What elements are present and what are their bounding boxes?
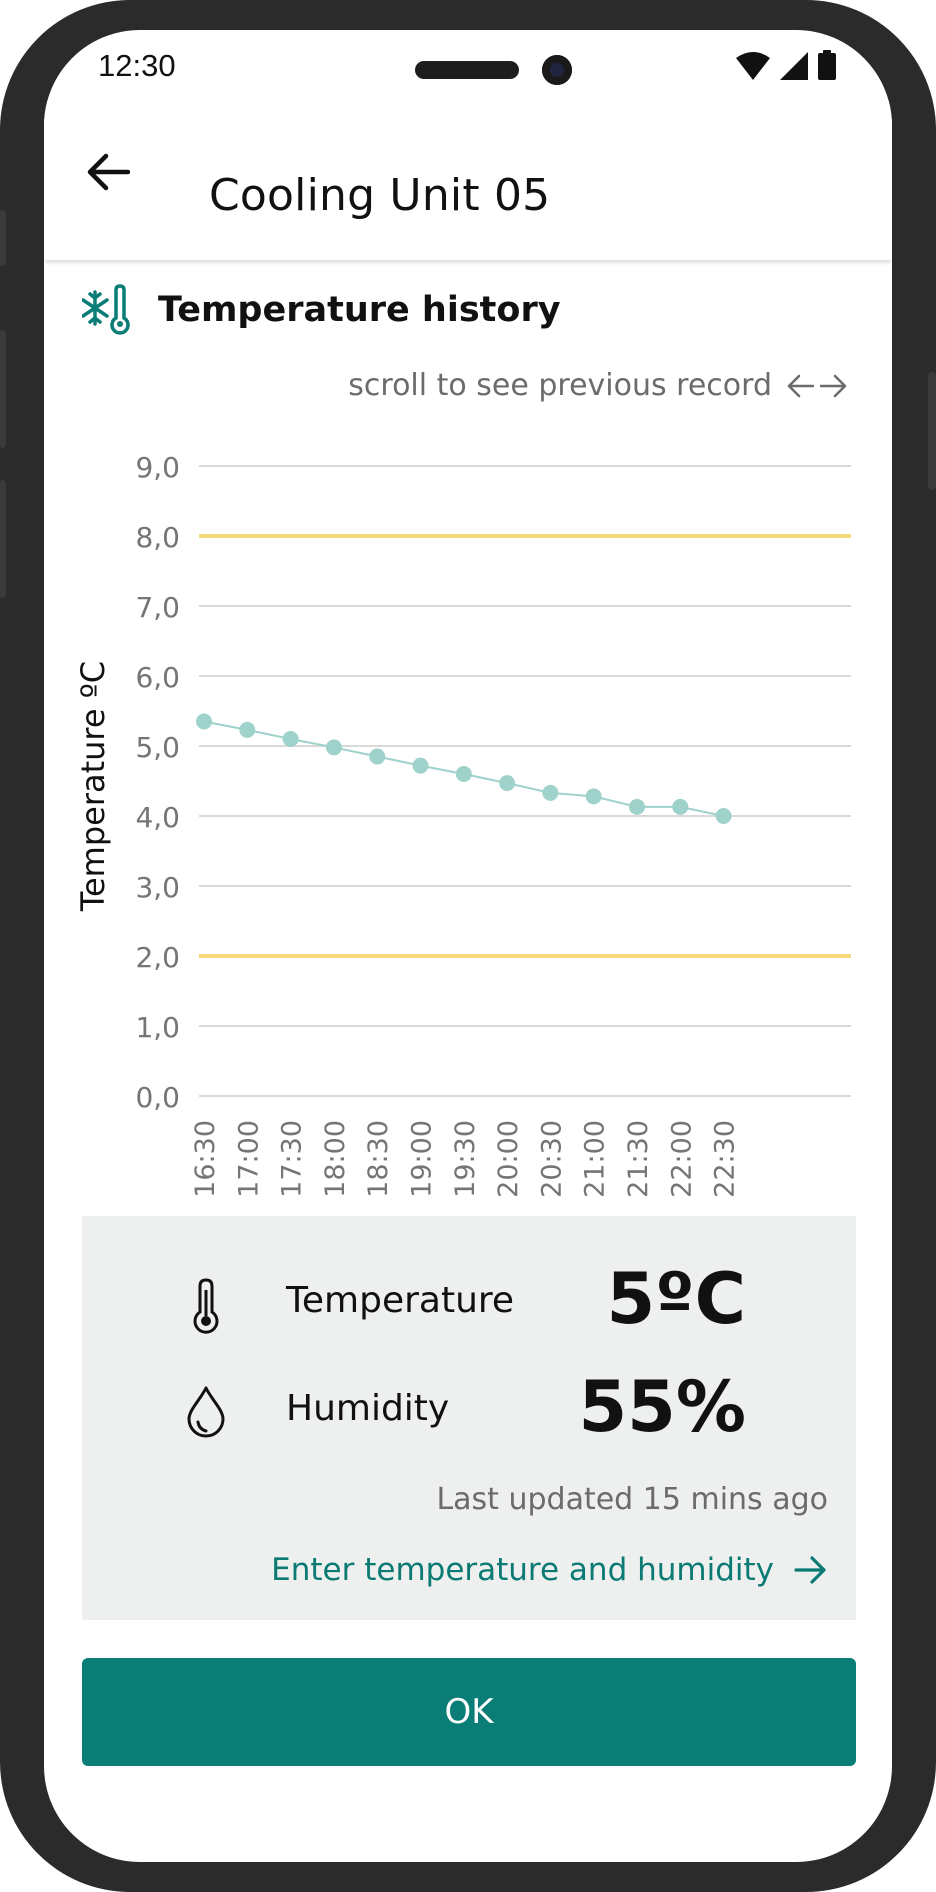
y-tick-label: 7,0 [135, 591, 180, 624]
snowflake-thermometer-icon [82, 284, 130, 335]
last-updated: Last updated 15 mins ago [436, 1482, 828, 1517]
battery-icon [818, 50, 836, 80]
y-axis-label: Temperature ºC [74, 661, 112, 912]
power-button [928, 372, 936, 490]
temperature-value: 5ºC [606, 1258, 746, 1340]
ok-button[interactable]: OK [82, 1658, 856, 1766]
x-tick-label: 22:00 [666, 1120, 697, 1198]
speaker-notch [415, 61, 519, 79]
scroll-arrows [786, 373, 848, 399]
page-title: Cooling Unit 05 [209, 170, 551, 221]
data-point [196, 713, 212, 730]
status-icons [736, 50, 836, 80]
y-tick-label: 6,0 [135, 661, 180, 694]
y-tick-label: 1,0 [135, 1011, 180, 1044]
data-point [629, 798, 645, 815]
temperature-label: Temperature [286, 1280, 515, 1321]
x-tick-label: 20:00 [493, 1120, 524, 1198]
data-point [239, 721, 256, 738]
temperature-row: Temperature 5ºC [82, 1256, 856, 1346]
temperature-chart[interactable]: 0,0 1,0 2,0 3,0 4,0 5,0 6,0 7,0 8,0 9,0 Temperatur… [44, 420, 892, 1220]
status-time: 12:30 [98, 48, 176, 83]
scroll-hint-text: scroll to see previous record [348, 368, 772, 403]
volume-button [0, 330, 6, 448]
screen: 12:30 Cooling Unit 05 Temperature histor… [44, 30, 892, 1862]
y-tick-label: 0,0 [135, 1081, 180, 1114]
y-tick-label: 3,0 [135, 871, 180, 904]
humidity-row: Humidity 55% [82, 1364, 856, 1454]
x-tick-label: 17:00 [233, 1120, 264, 1198]
section-header: Temperature history [82, 284, 561, 336]
signal-icon [780, 52, 808, 80]
temperature-chart-svg: 0,0 1,0 2,0 3,0 4,0 5,0 6,0 7,0 8,0 9,0 Temperatur… [74, 451, 851, 1198]
phone-frame: 12:30 Cooling Unit 05 Temperature histor… [0, 0, 936, 1892]
wifi-icon [736, 52, 770, 80]
data-point [499, 775, 516, 792]
x-tick-label: 18:30 [363, 1120, 394, 1198]
back-button[interactable] [80, 144, 136, 200]
humidity-value: 55% [578, 1366, 746, 1448]
x-tick-label: 20:30 [536, 1120, 567, 1198]
y-tick-label: 5,0 [135, 731, 180, 764]
section-title: Temperature history [158, 290, 561, 330]
x-tick-label: 18:00 [320, 1120, 351, 1198]
thermometer-icon [193, 1278, 219, 1334]
y-tick-label: 4,0 [135, 801, 180, 834]
x-tick-label: 16:30 [190, 1120, 221, 1198]
data-point [412, 757, 429, 774]
x-tick-label: 21:00 [580, 1120, 611, 1198]
arrow-left-icon[interactable] [786, 373, 814, 399]
scroll-hint: scroll to see previous record [348, 368, 848, 403]
x-tick-label: 19:30 [450, 1120, 481, 1198]
x-tick-label: 21:30 [623, 1120, 654, 1198]
enter-readings-label: Enter temperature and humidity [271, 1552, 774, 1588]
arrow-left-icon [87, 153, 130, 191]
readings-panel: Temperature 5ºC Humidity 55% Last update… [82, 1216, 856, 1620]
data-point [282, 731, 299, 747]
data-point [715, 808, 732, 824]
data-point [672, 798, 689, 815]
x-tick-label: 17:30 [277, 1120, 308, 1198]
side-button [0, 210, 6, 266]
droplet-icon [187, 1386, 225, 1438]
camera [542, 55, 572, 85]
y-tick-label: 8,0 [135, 521, 180, 554]
data-point [369, 748, 386, 765]
data-point [585, 788, 602, 805]
x-tick-label: 22:30 [710, 1120, 741, 1198]
arrow-right-icon [794, 1555, 828, 1585]
y-tick-label: 2,0 [135, 941, 180, 974]
x-tick-label: 19:00 [407, 1120, 438, 1198]
data-point [325, 739, 342, 756]
enter-readings-link[interactable]: Enter temperature and humidity [271, 1552, 828, 1588]
app-bar: Cooling Unit 05 [44, 100, 892, 260]
data-point [455, 766, 472, 782]
y-tick-label: 9,0 [135, 451, 180, 484]
humidity-label: Humidity [286, 1388, 450, 1429]
arrow-right-icon[interactable] [820, 373, 848, 399]
data-point [542, 784, 559, 801]
volume-button [0, 480, 6, 598]
